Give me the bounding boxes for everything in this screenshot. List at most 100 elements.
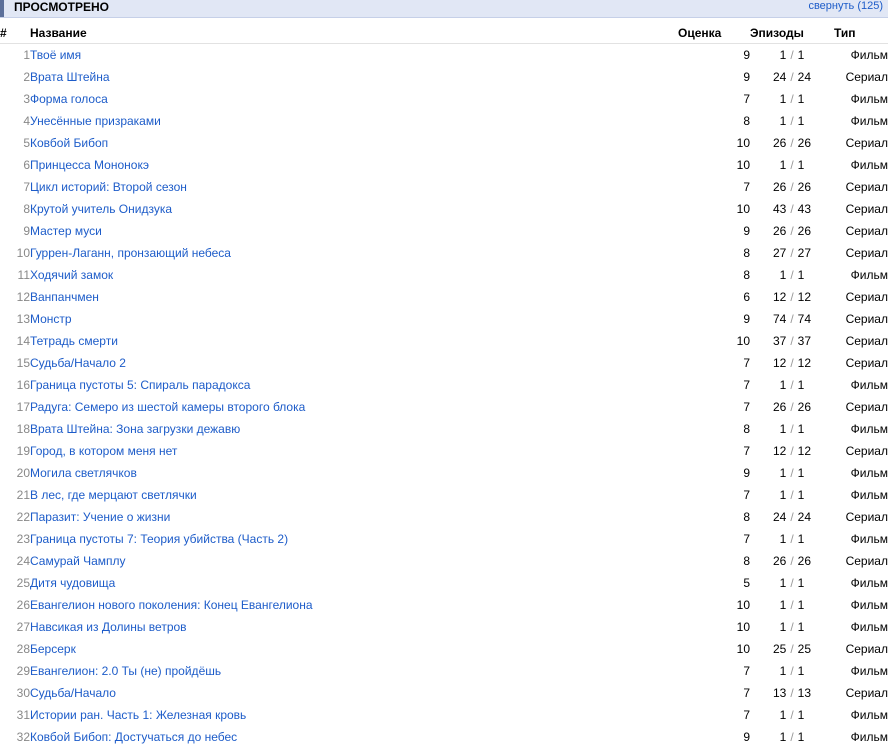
episodes-separator: / [790, 444, 794, 458]
episodes-total: 1 [797, 620, 805, 634]
title-link[interactable]: Крутой учитель Онидзука [30, 198, 678, 220]
episodes-total: 43 [797, 202, 812, 216]
episodes-watched: 12 [772, 356, 787, 370]
episodes-cell: 74/74 [750, 308, 834, 330]
score-value: 10 [736, 598, 750, 612]
column-header-name[interactable]: Название [30, 22, 678, 44]
column-header-score[interactable]: Оценка [678, 22, 750, 44]
title-link[interactable]: В лес, где мерцают светлячки [30, 484, 678, 506]
episodes-separator: / [790, 92, 794, 106]
episodes-separator: / [790, 136, 794, 150]
title-link[interactable]: Унесённые призраками [30, 110, 678, 132]
title-link[interactable]: Ковбой Бибоп: Достучаться до небес [30, 726, 678, 748]
episodes-separator: / [790, 202, 794, 216]
episodes-total: 1 [797, 708, 805, 722]
type-value: Сериал [845, 180, 888, 194]
row-number: 3 [23, 92, 30, 106]
title-link[interactable]: Город, в котором меня нет [30, 440, 678, 462]
score-value: 7 [743, 532, 750, 546]
episodes-total: 1 [797, 268, 805, 282]
title-link[interactable]: Евангелион: 2.0 Ты (не) пройдёшь [30, 660, 678, 682]
episodes-separator: / [790, 246, 794, 260]
title-link[interactable]: Форма голоса [30, 88, 678, 110]
table-row: 10 Гуррен-Лаганн, пронзающий небеса 8 27/27… [0, 242, 888, 264]
row-number: 18 [16, 422, 30, 436]
title-link[interactable]: Берсерк [30, 638, 678, 660]
type-value: Сериал [845, 290, 888, 304]
episodes-total: 1 [797, 598, 805, 612]
type-value: Сериал [845, 334, 888, 348]
type-value: Сериал [845, 444, 888, 458]
table-row: 9 Мастер муси 9 26/26 Сериал [0, 220, 888, 242]
title-link[interactable]: Ходячий замок [30, 264, 678, 286]
row-number: 20 [16, 466, 30, 480]
episodes-cell: 26/26 [750, 176, 834, 198]
episodes-separator: / [790, 642, 794, 656]
score-value: 9 [743, 730, 750, 744]
title-link[interactable]: Радуга: Семеро из шестой камеры второго … [30, 396, 678, 418]
row-number: 23 [16, 532, 30, 546]
episodes-total: 1 [797, 48, 805, 62]
type-value: Фильм [850, 730, 888, 744]
title-link[interactable]: Врата Штейна [30, 66, 678, 88]
score-value: 9 [743, 70, 750, 84]
title-link[interactable]: Паразит: Учение о жизни [30, 506, 678, 528]
episodes-cell: 1/1 [750, 462, 834, 484]
title-link[interactable]: Граница пустоты 7: Теория убийства (Част… [30, 528, 678, 550]
row-number: 17 [16, 400, 30, 414]
episodes-cell: 1/1 [750, 88, 834, 110]
title-link[interactable]: Твоё имя [30, 44, 678, 67]
title-link[interactable]: Мастер муси [30, 220, 678, 242]
title-link[interactable]: Тетрадь смерти [30, 330, 678, 352]
episodes-total: 74 [797, 312, 812, 326]
score-value: 8 [743, 268, 750, 282]
title-link[interactable]: Судьба/Начало 2 [30, 352, 678, 374]
episodes-total: 26 [797, 554, 812, 568]
episodes-cell: 1/1 [750, 374, 834, 396]
title-link[interactable]: Гуррен-Лаганн, пронзающий небеса [30, 242, 678, 264]
episodes-watched: 26 [772, 180, 787, 194]
episodes-total: 1 [797, 576, 805, 590]
score-value: 9 [743, 224, 750, 238]
episodes-total: 37 [797, 334, 812, 348]
title-link[interactable]: Судьба/Начало [30, 682, 678, 704]
collapse-link[interactable]: свернуть (125) [808, 0, 883, 12]
episodes-total: 1 [797, 422, 805, 436]
type-value: Сериал [845, 70, 888, 84]
episodes-cell: 37/37 [750, 330, 834, 352]
title-link[interactable]: Дитя чудовища [30, 572, 678, 594]
title-link[interactable]: Евангелион нового поколения: Конец Еванг… [30, 594, 678, 616]
table-row: 15 Судьба/Начало 2 7 12/12 Сериал [0, 352, 888, 374]
title-link[interactable]: Истории ран. Часть 1: Железная кровь [30, 704, 678, 726]
table-row: 32 Ковбой Бибоп: Достучаться до небес 9 1/1… [0, 726, 888, 748]
title-link[interactable]: Граница пустоты 5: Спираль парадокса [30, 374, 678, 396]
row-number: 12 [16, 290, 30, 304]
title-link[interactable]: Могила светлячков [30, 462, 678, 484]
title-link[interactable]: Врата Штейна: Зона загрузки дежавю [30, 418, 678, 440]
table-row: 21 В лес, где мерцают светлячки 7 1/1 Фильм [0, 484, 888, 506]
episodes-watched: 27 [772, 246, 787, 260]
episodes-watched: 26 [772, 136, 787, 150]
title-link[interactable]: Навсикая из Долины ветров [30, 616, 678, 638]
row-number: 1 [23, 48, 30, 62]
episodes-watched: 24 [772, 510, 787, 524]
score-value: 7 [743, 400, 750, 414]
column-header-episodes[interactable]: Эпизоды [750, 22, 834, 44]
title-link[interactable]: Принцесса Мононокэ [30, 154, 678, 176]
row-number: 15 [16, 356, 30, 370]
episodes-separator: / [790, 686, 794, 700]
episodes-total: 12 [797, 290, 812, 304]
episodes-total: 1 [797, 466, 805, 480]
row-number: 29 [16, 664, 30, 678]
episodes-watched: 37 [772, 334, 787, 348]
title-link[interactable]: Ванпанчмен [30, 286, 678, 308]
episodes-total: 1 [797, 664, 805, 678]
table-row: 12 Ванпанчмен 6 12/12 Сериал [0, 286, 888, 308]
title-link[interactable]: Самурай Чамплу [30, 550, 678, 572]
title-link[interactable]: Монстр [30, 308, 678, 330]
episodes-total: 26 [797, 136, 812, 150]
table-row: 3 Форма голоса 7 1/1 Фильм [0, 88, 888, 110]
title-link[interactable]: Цикл историй: Второй сезон [30, 176, 678, 198]
title-link[interactable]: Ковбой Бибоп [30, 132, 678, 154]
column-header-type[interactable]: Тип [834, 22, 888, 44]
